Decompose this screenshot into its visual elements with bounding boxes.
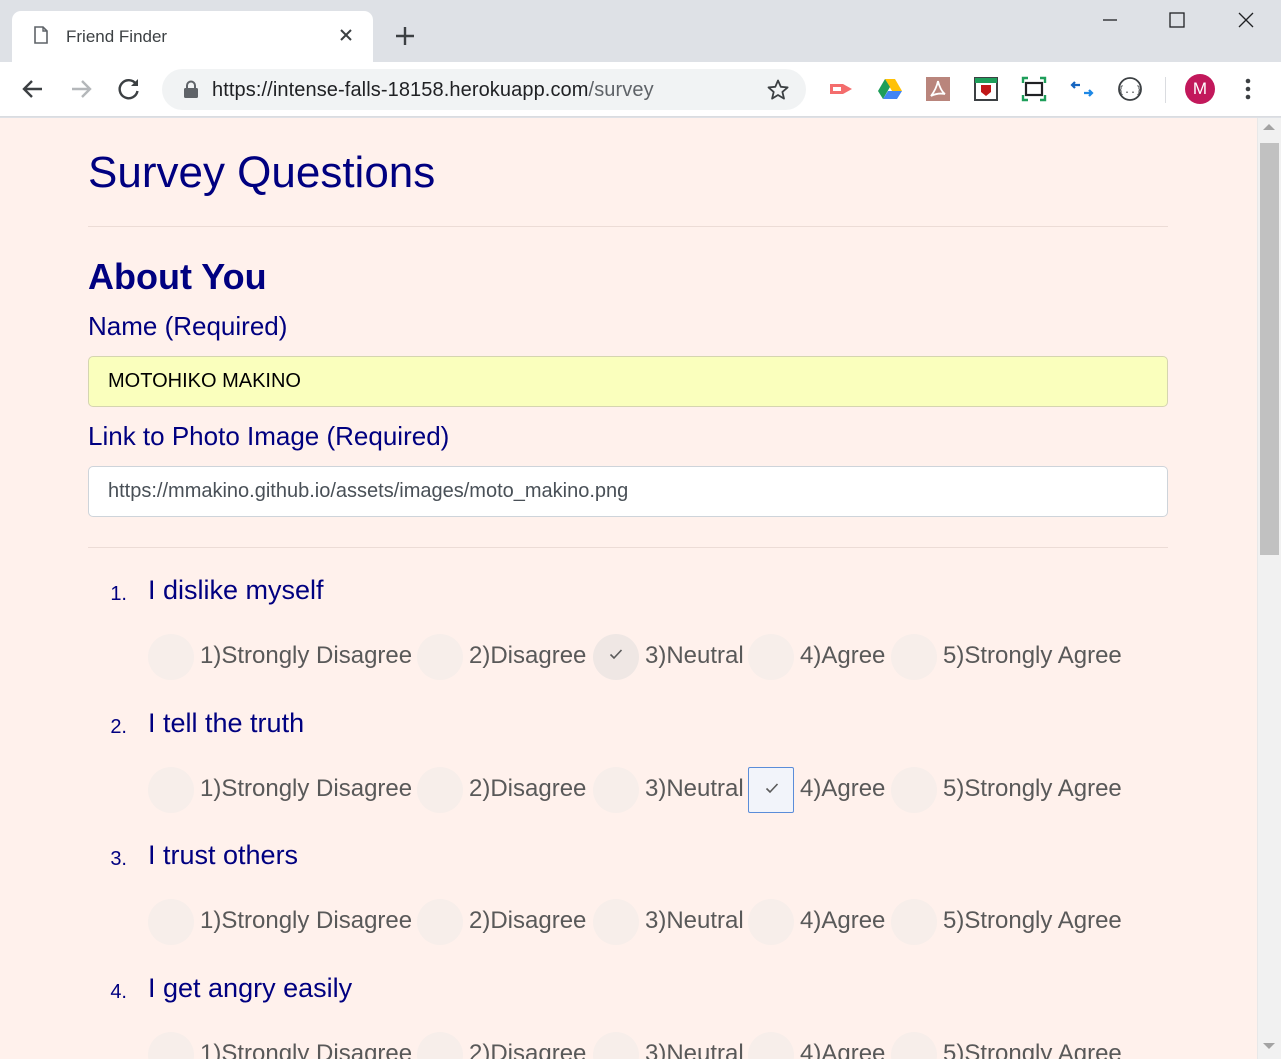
photo-label: Link to Photo Image (Required) — [88, 421, 450, 451]
checkmark-icon — [765, 783, 779, 794]
address-bar[interactable]: https://intense-falls-18158.herokuapp.co… — [162, 69, 806, 110]
minimize-icon[interactable] — [1095, 8, 1125, 34]
checkmark-icon — [609, 649, 623, 660]
question-number: 3. — [110, 848, 127, 870]
radio-button[interactable] — [891, 767, 937, 813]
new-tab-icon[interactable] — [393, 24, 417, 48]
option-label: 4)Agree — [800, 775, 886, 802]
url-host: https://intense-falls-18158.herokuapp.co… — [212, 79, 589, 101]
radio-button[interactable] — [891, 634, 937, 680]
more-menu-icon[interactable] — [1238, 76, 1258, 102]
page-title: Survey Questions — [88, 148, 436, 197]
title-divider — [88, 226, 1168, 227]
question-number: 2. — [110, 716, 127, 738]
lock-icon[interactable] — [183, 80, 199, 99]
tab-title: Friend Finder — [66, 27, 168, 46]
radio-button[interactable] — [417, 1032, 463, 1059]
radio-selected[interactable] — [593, 634, 639, 680]
option-label: 3)Neutral — [645, 642, 744, 669]
radio-button[interactable] — [148, 899, 194, 945]
option-label: 2)Disagree — [469, 775, 587, 802]
mcafee-icon[interactable] — [972, 75, 1000, 103]
browser-tab[interactable]: Friend Finder — [12, 11, 373, 62]
option-label: 5)Strongly Agree — [943, 775, 1122, 802]
close-tab-icon[interactable] — [337, 26, 355, 44]
toolbar-divider — [1165, 77, 1166, 103]
question-number: 4. — [110, 981, 127, 1003]
name-input[interactable] — [88, 356, 1168, 407]
option-label: 3)Neutral — [645, 907, 744, 934]
reload-icon[interactable] — [116, 76, 142, 102]
profile-avatar[interactable]: M — [1185, 74, 1215, 104]
option-label: 1)Strongly Disagree — [200, 907, 413, 934]
page-viewport: Survey Questions About You Name (Require… — [0, 118, 1257, 1059]
bookmark-star-icon[interactable] — [766, 78, 790, 102]
scroll-thumb[interactable] — [1260, 143, 1279, 555]
radio-button[interactable] — [593, 1032, 639, 1059]
tab-strip: Friend Finder — [0, 0, 1281, 62]
acrobat-icon[interactable] — [924, 75, 952, 103]
svg-text:{..}: {..} — [1118, 85, 1142, 96]
browser-toolbar: https://intense-falls-18158.herokuapp.co… — [0, 62, 1281, 117]
radio-button[interactable] — [891, 899, 937, 945]
json-viewer-icon[interactable]: {..} — [1116, 75, 1144, 103]
scroll-down-arrow-icon[interactable] — [1263, 1043, 1275, 1049]
photo-url-input[interactable] — [88, 466, 1168, 517]
url-text[interactable]: https://intense-falls-18158.herokuapp.co… — [212, 79, 654, 102]
section-title: About You — [88, 256, 267, 297]
question-text: I tell the truth — [148, 708, 305, 738]
form-divider — [88, 547, 1168, 548]
google-drive-icon[interactable] — [876, 75, 904, 103]
question-text: I trust others — [148, 840, 299, 870]
option-label: 1)Strongly Disagree — [200, 642, 413, 669]
name-label: Name (Required) — [88, 311, 288, 341]
option-label: 5)Strongly Agree — [943, 642, 1122, 669]
option-label: 2)Disagree — [469, 907, 587, 934]
radio-button[interactable] — [148, 1032, 194, 1059]
document-icon — [34, 26, 48, 44]
question-text: I dislike myself — [148, 575, 324, 605]
option-label: 4)Agree — [800, 907, 886, 934]
radio-button[interactable] — [593, 767, 639, 813]
option-label: 2)Disagree — [469, 1040, 587, 1059]
radio-button[interactable] — [417, 899, 463, 945]
option-label: 4)Agree — [800, 642, 886, 669]
option-label: 1)Strongly Disagree — [200, 1040, 413, 1059]
option-label: 2)Disagree — [469, 642, 587, 669]
radio-button[interactable] — [148, 634, 194, 680]
radio-button[interactable] — [748, 634, 794, 680]
close-window-icon[interactable] — [1231, 8, 1261, 34]
back-icon[interactable] — [20, 76, 46, 102]
option-label: 3)Neutral — [645, 1040, 744, 1059]
option-label: 4)Agree — [800, 1040, 886, 1059]
question-text: I get angry easily — [148, 973, 353, 1003]
url-path: /survey — [588, 79, 654, 101]
option-label: 5)Strongly Agree — [943, 1040, 1122, 1059]
radio-button[interactable] — [417, 634, 463, 680]
screenshot-icon[interactable] — [1020, 75, 1048, 103]
screencastify-icon[interactable] — [827, 75, 855, 103]
scroll-up-arrow-icon[interactable] — [1263, 124, 1275, 130]
radio-selected[interactable] — [748, 767, 794, 813]
radio-button[interactable] — [593, 899, 639, 945]
radio-button[interactable] — [748, 1032, 794, 1059]
option-label: 1)Strongly Disagree — [200, 775, 413, 802]
option-label: 5)Strongly Agree — [943, 907, 1122, 934]
radio-button[interactable] — [148, 767, 194, 813]
vertical-scrollbar[interactable] — [1257, 118, 1281, 1059]
forward-icon[interactable] — [68, 76, 94, 102]
maximize-icon[interactable] — [1162, 8, 1192, 34]
question-number: 1. — [110, 583, 127, 605]
radio-button[interactable] — [891, 1032, 937, 1059]
radio-button[interactable] — [417, 767, 463, 813]
radio-button[interactable] — [748, 899, 794, 945]
sync-arrows-icon[interactable] — [1068, 75, 1096, 103]
option-label: 3)Neutral — [645, 775, 744, 802]
